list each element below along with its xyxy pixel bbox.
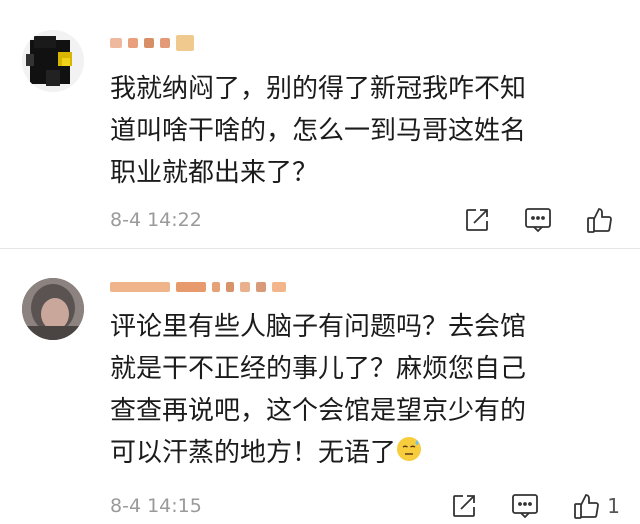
comment-text: 我就纳闷了，别的得了新冠我咋不知 道叫啥干啥的，怎么一到马哥这姓名 职业就都出来…: [110, 74, 527, 188]
like-count: 1: [607, 494, 620, 518]
share-icon[interactable]: [464, 202, 490, 238]
avatar[interactable]: [22, 278, 84, 340]
timestamp: 8-4 14:22: [110, 209, 202, 231]
share-icon[interactable]: [451, 488, 477, 524]
comment-text: 评论里有些人脑子有问题吗？去会馆 就是干不正经的事儿了？麻烦您自己 查查再说吧，…: [110, 306, 630, 475]
like-icon[interactable]: [586, 202, 620, 238]
comment-icon[interactable]: [524, 202, 552, 238]
comment-item: 我就纳闷了，别的得了新冠我咋不知 道叫啥干啥的，怎么一到马哥这姓名 职业就都出来…: [0, 0, 640, 249]
sweat-smile-emoji-icon: [396, 433, 422, 475]
avatar[interactable]: [22, 30, 84, 92]
comment-item: 评论里有些人脑子有问题吗？去会馆 就是干不正经的事儿了？麻烦您自己 查查再说吧，…: [0, 250, 640, 524]
comment-icon[interactable]: [511, 488, 539, 524]
like-icon[interactable]: 1: [573, 488, 620, 524]
comment-footer: 8-4 14:15 1: [110, 488, 620, 524]
comment-footer: 8-4 14:22: [110, 202, 620, 238]
timestamp: 8-4 14:15: [110, 495, 202, 517]
username-blurred[interactable]: [110, 276, 286, 298]
username-blurred[interactable]: [110, 32, 194, 54]
